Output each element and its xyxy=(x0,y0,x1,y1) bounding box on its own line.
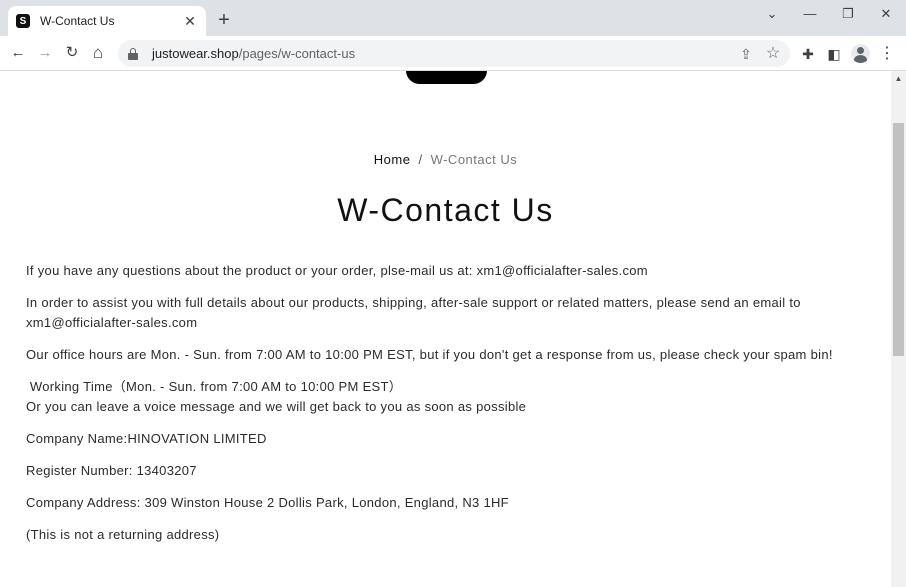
window-close-button[interactable]: ✕ xyxy=(873,4,899,24)
profile-avatar-icon[interactable] xyxy=(851,44,870,63)
breadcrumb-home-link[interactable]: Home xyxy=(374,152,411,167)
reload-button[interactable]: ↻ xyxy=(61,42,83,64)
tab-search-chevron-down-icon[interactable]: ⌄ xyxy=(759,4,785,24)
side-panel-icon[interactable]: ◧ xyxy=(824,44,844,64)
lock-icon[interactable] xyxy=(128,47,138,60)
scrollbar-thumb[interactable] xyxy=(893,123,904,356)
tab-close-icon[interactable]: ✕ xyxy=(182,13,198,30)
tab-strip: S W-Contact Us ✕ + ⌄ — ❐ ✕ xyxy=(0,0,906,36)
company-address-paragraph: Company Address: 309 Winston House 2 Dol… xyxy=(26,495,509,510)
page-content: If you have any questions about the prod… xyxy=(26,261,871,557)
scroll-up-arrow-icon[interactable]: ▲ xyxy=(891,71,906,86)
page-viewport: Home / W-Contact Us W-Contact Us If you ha… xyxy=(0,71,891,587)
voice-message-line: Or you can leave a voice message and we … xyxy=(26,399,527,414)
assistance-paragraph: In order to assist you with full details… xyxy=(26,295,801,330)
back-button[interactable]: ← xyxy=(7,42,29,64)
page-title: W-Contact Us xyxy=(337,192,554,228)
breadcrumb-current: W-Contact Us xyxy=(430,152,518,167)
chrome-menu-icon[interactable]: ⋮ xyxy=(877,44,897,64)
working-time-paragraph: Working Time（Mon. - Sun. from 7:00 AM to… xyxy=(26,377,871,417)
tab-title: W-Contact Us xyxy=(40,14,115,28)
contact-email-paragraph: If you have any questions about the prod… xyxy=(26,263,648,278)
url-domain: justowear.shop xyxy=(152,46,239,61)
page-scrollbar[interactable]: ▲ xyxy=(891,71,906,587)
new-tab-button[interactable]: + xyxy=(214,10,234,30)
forward-button[interactable]: → xyxy=(34,42,56,64)
share-icon[interactable]: ⇪ xyxy=(736,44,756,64)
header-button[interactable] xyxy=(406,71,487,84)
breadcrumb: Home / W-Contact Us xyxy=(0,152,891,167)
url-text[interactable]: justowear.shop/pages/w-contact-us xyxy=(152,46,355,61)
breadcrumb-separator: / xyxy=(418,152,423,167)
site-favicon-icon: S xyxy=(16,14,30,28)
url-path: /pages/w-contact-us xyxy=(238,46,356,61)
register-number-paragraph: Register Number: 13403207 xyxy=(26,463,197,478)
bookmark-star-icon[interactable]: ☆ xyxy=(763,44,783,64)
browser-tab[interactable]: S W-Contact Us ✕ xyxy=(8,6,206,36)
browser-toolbar: ← → ↻ ⌂ justowear.shop/pages/w-contact-u… xyxy=(0,36,906,71)
extensions-puzzle-icon[interactable]: ✚ xyxy=(798,44,818,64)
company-name-paragraph: Company Name:HINOVATION LIMITED xyxy=(26,431,267,446)
restore-button[interactable]: ❐ xyxy=(835,4,861,24)
home-button[interactable]: ⌂ xyxy=(87,42,109,64)
minimize-button[interactable]: — xyxy=(797,4,823,24)
not-returning-address-paragraph: (This is not a returning address) xyxy=(26,527,220,542)
address-bar[interactable]: justowear.shop/pages/w-contact-us ⇪ ☆ xyxy=(118,40,790,67)
office-hours-paragraph: Our office hours are Mon. - Sun. from 7:… xyxy=(26,347,833,362)
working-time-line: Working Time（Mon. - Sun. from 7:00 AM to… xyxy=(26,379,403,394)
